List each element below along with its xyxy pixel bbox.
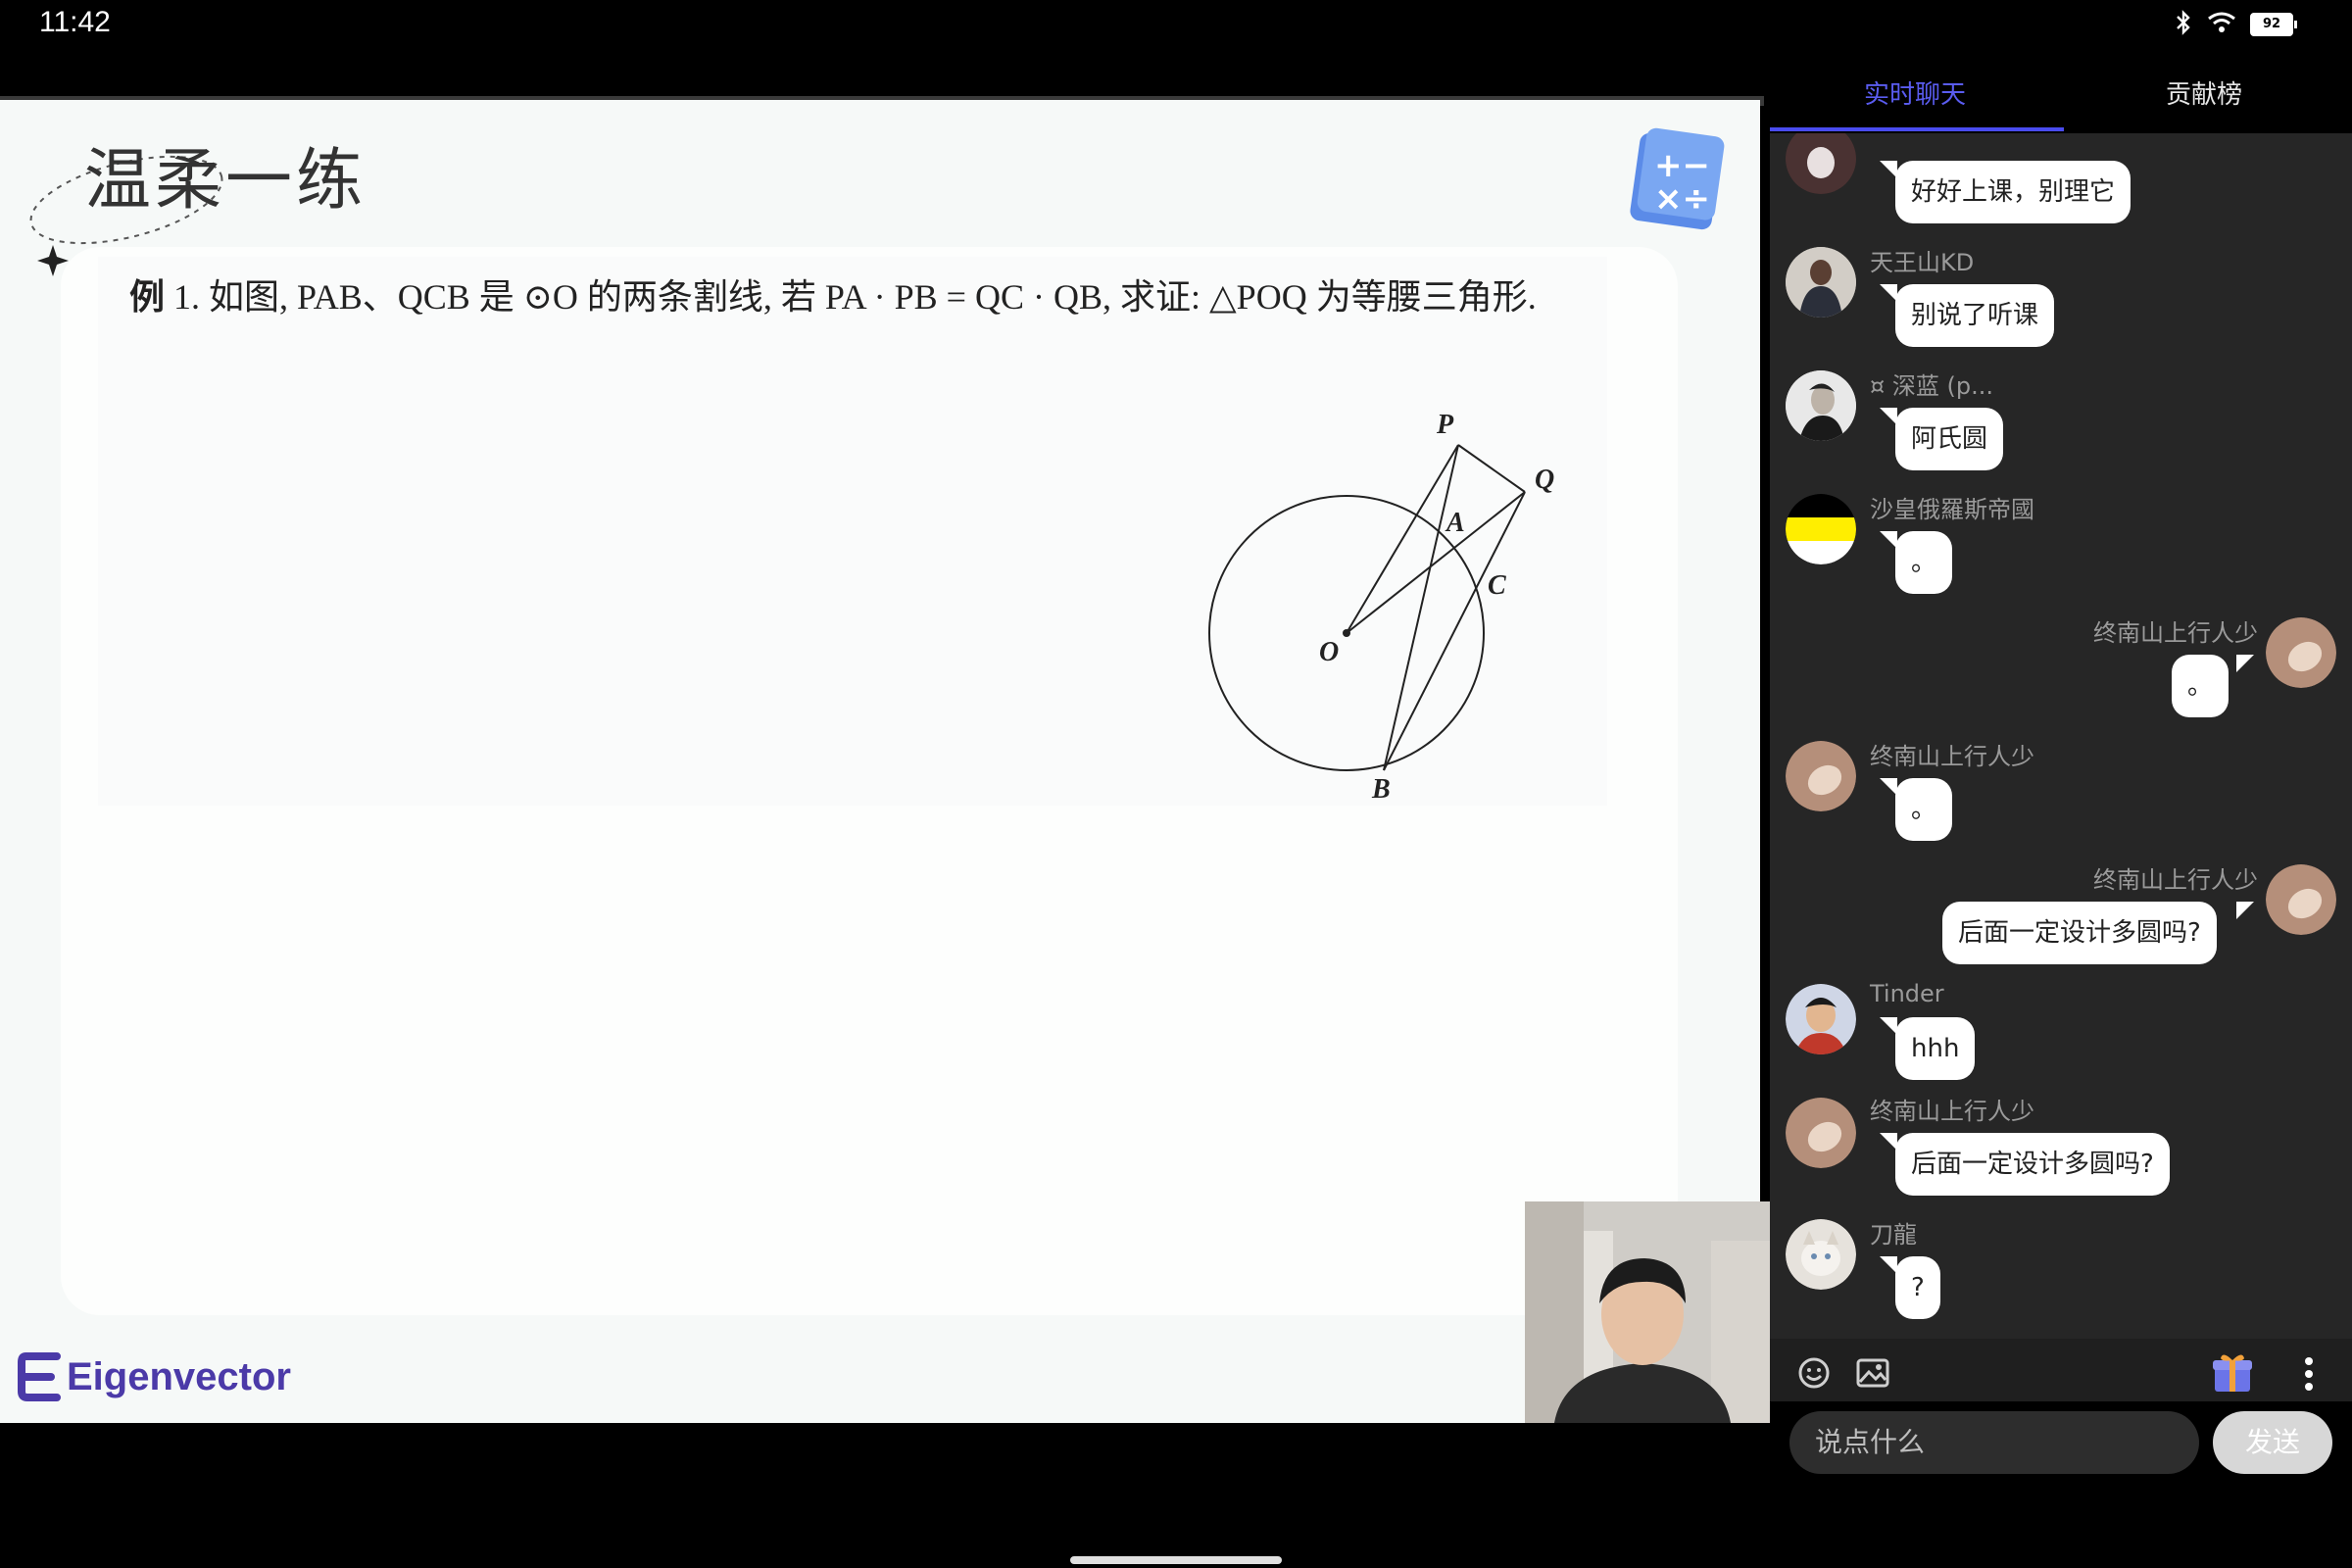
- message-bubble: 好好上课，别理它: [1895, 161, 2132, 223]
- wifi-icon: [2207, 11, 2236, 38]
- message-bubble: ?: [1895, 1256, 1940, 1319]
- username: 刀龍: [1870, 1221, 1917, 1249]
- center-o: [1343, 629, 1350, 637]
- line-pb: [1383, 444, 1459, 771]
- active-tab-indicator: [1770, 127, 2064, 131]
- avatar[interactable]: [1786, 741, 1856, 811]
- tab-live-chat[interactable]: 实时聊天: [1864, 74, 1966, 111]
- label-c: C: [1488, 570, 1506, 601]
- avatar[interactable]: [1786, 984, 1856, 1054]
- label-q: Q: [1535, 465, 1554, 495]
- emoji-icon[interactable]: [1797, 1356, 1831, 1394]
- avatar[interactable]: [1786, 133, 1856, 194]
- avatar[interactable]: [1786, 370, 1856, 441]
- webcam-video[interactable]: [1525, 1201, 1770, 1423]
- eigenvector-logo-icon: [18, 1352, 61, 1401]
- svg-text:×÷: ×÷: [1654, 179, 1710, 219]
- geometry-figure: P Q A C O B: [1208, 410, 1554, 805]
- label-a: A: [1445, 508, 1465, 538]
- send-button[interactable]: 发送: [2213, 1411, 2332, 1474]
- avatar[interactable]: [2266, 617, 2336, 688]
- avatar[interactable]: [1786, 494, 1856, 564]
- username: 终南山上行人少: [2093, 619, 2258, 647]
- avatar[interactable]: [1786, 1098, 1856, 1168]
- bluetooth-icon: [2174, 10, 2193, 39]
- problem-body: 1. 如图, PAB、QCB 是 ⊙O 的两条割线, 若 PA · PB = Q…: [165, 277, 1537, 317]
- more-icon[interactable]: [2303, 1356, 2315, 1396]
- gift-icon[interactable]: [2209, 1350, 2256, 1399]
- home-indicator[interactable]: [1070, 1556, 1282, 1564]
- message-bubble: 后面一定设计多圆吗?: [1942, 902, 2217, 964]
- brand-logo: Eigenvector: [18, 1350, 291, 1403]
- problem-text: 例 1. 如图, PAB、QCB 是 ⊙O 的两条割线, 若 PA · PB =…: [129, 265, 1580, 329]
- message-bubble: 阿氏圆: [1895, 408, 2004, 470]
- tab-contribution-rank[interactable]: 贡献榜: [2166, 74, 2242, 111]
- label-o: O: [1319, 637, 1339, 667]
- message-bubble: 后面一定设计多圆吗?: [1895, 1133, 2170, 1196]
- username: 沙皇俄羅斯帝國: [1870, 496, 2034, 523]
- line-pq: [1457, 444, 1526, 493]
- username: Tinder: [1870, 980, 1944, 1007]
- avatar[interactable]: [1786, 1219, 1856, 1290]
- message-bubble: 。: [1895, 531, 1953, 594]
- username: 终南山上行人少: [1870, 1098, 2034, 1125]
- label-b: B: [1371, 774, 1391, 805]
- line-oq: [1346, 491, 1526, 634]
- message-bubble: 别说了听课: [1895, 284, 2055, 347]
- status-icons: 92: [2174, 10, 2297, 39]
- status-time: 11:42: [39, 6, 111, 38]
- chat-tabs: 实时聊天 贡献榜: [1770, 65, 2352, 133]
- message-bubble: 。: [1895, 778, 1953, 841]
- problem-prefix: 例: [129, 277, 166, 317]
- username: ¤ 深蓝 (p...: [1870, 372, 1994, 400]
- message-list[interactable]: 好好上课，别理它 天王山KD 别说了听课 ¤ 深蓝 (p... 阿氏圆 沙皇俄羅…: [1770, 133, 2352, 1339]
- username: 终南山上行人少: [2093, 866, 2258, 894]
- avatar[interactable]: [1786, 247, 1856, 318]
- line-op: [1346, 444, 1459, 634]
- battery-icon: 92: [2250, 13, 2297, 36]
- chat-input[interactable]: [1789, 1411, 2199, 1474]
- image-icon[interactable]: [1856, 1358, 1889, 1392]
- label-p: P: [1436, 410, 1454, 440]
- avatar[interactable]: [2266, 864, 2336, 935]
- slide-title: 温柔一练: [84, 142, 368, 220]
- username: 天王山KD: [1870, 249, 1975, 276]
- calculator-book-icon: +− ×÷: [1627, 127, 1725, 239]
- brand-text: Eigenvector: [67, 1354, 291, 1398]
- username: 终南山上行人少: [1870, 743, 2034, 770]
- message-bubble: hhh: [1895, 1017, 1976, 1080]
- message-bubble: 。: [2172, 655, 2230, 717]
